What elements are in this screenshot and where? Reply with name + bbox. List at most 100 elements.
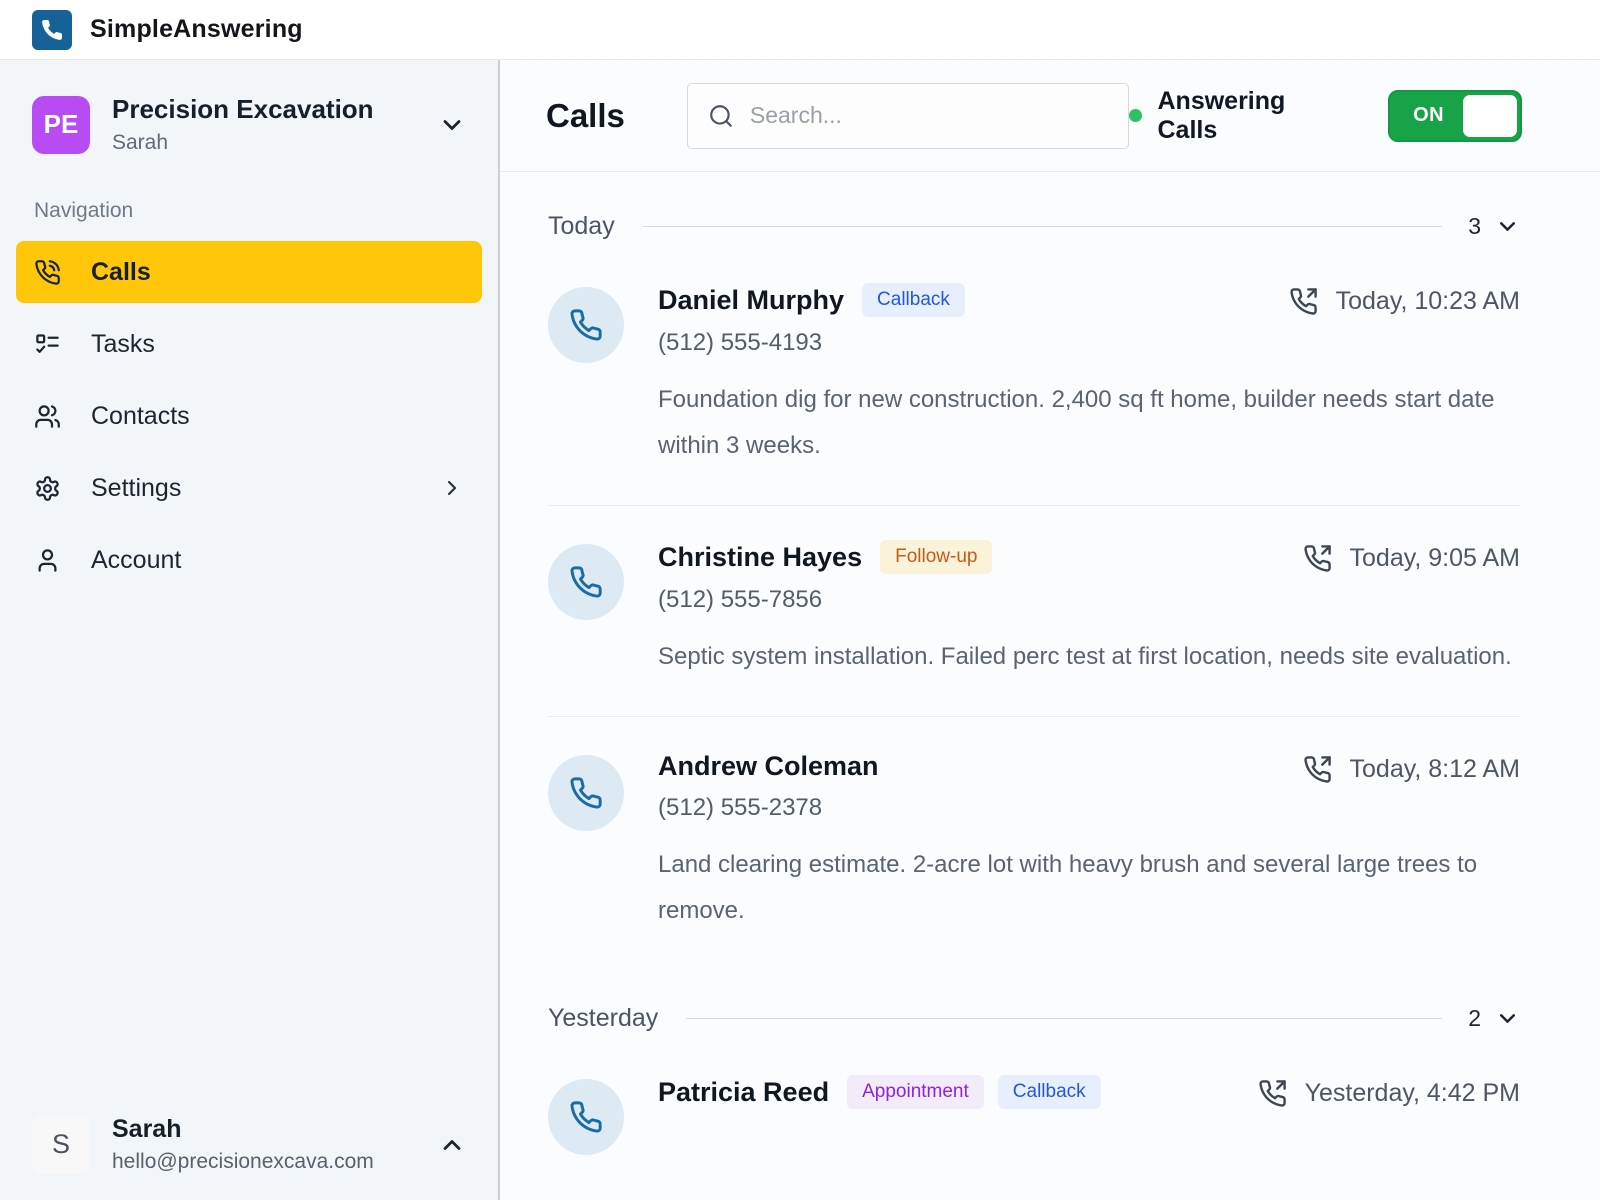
nav-section-label: Navigation bbox=[34, 199, 482, 223]
user-avatar: S bbox=[32, 1116, 90, 1174]
section-label: Yesterday bbox=[548, 1004, 658, 1033]
sidebar-item-contacts[interactable]: Contacts bbox=[16, 385, 482, 447]
badge-list: Appointment Callback bbox=[847, 1075, 1101, 1109]
sidebar-item-settings[interactable]: Settings bbox=[16, 457, 482, 519]
user-menu[interactable]: S Sarah hello@precisionexcava.com bbox=[16, 1115, 482, 1174]
call-avatar-phone-icon bbox=[548, 287, 624, 363]
user-name: Sarah bbox=[112, 1115, 374, 1144]
phone-outgoing-icon bbox=[1303, 755, 1332, 784]
section-rows: Patricia Reed Appointment Callback Yeste… bbox=[548, 1041, 1520, 1191]
tasks-list-icon bbox=[34, 331, 61, 358]
section-rows: Daniel Murphy Callback (512) 555-4193 To… bbox=[548, 249, 1520, 970]
phone-outgoing-icon bbox=[1258, 1079, 1287, 1108]
call-summary: Land clearing estimate. 2-acre lot with … bbox=[658, 842, 1520, 934]
sidebar-item-label: Account bbox=[91, 546, 181, 575]
search-box bbox=[687, 83, 1129, 149]
call-meta: Today, 9:05 AM bbox=[1303, 544, 1520, 573]
org-switcher[interactable]: PE Precision Excavation Sarah bbox=[16, 94, 482, 155]
sidebar-item-account[interactable]: Account bbox=[16, 529, 482, 591]
toggle-on-label: ON bbox=[1390, 104, 1468, 127]
section-count: 3 bbox=[1468, 213, 1481, 240]
gear-icon bbox=[34, 475, 61, 502]
toggle-knob bbox=[1463, 95, 1517, 137]
call-meta: Today, 8:12 AM bbox=[1303, 755, 1520, 784]
sidebar-item-label: Settings bbox=[91, 474, 181, 503]
search-input[interactable] bbox=[750, 102, 1108, 129]
caller-phone: (512) 555-4193 bbox=[658, 329, 965, 357]
call-time: Yesterday, 4:42 PM bbox=[1305, 1079, 1520, 1108]
page-title: Calls bbox=[546, 97, 625, 135]
section-label: Today bbox=[548, 212, 615, 241]
caller-name: Andrew Coleman bbox=[658, 751, 879, 782]
section-header: Today 3 bbox=[548, 212, 1520, 241]
caller-phone: (512) 555-7856 bbox=[658, 586, 992, 614]
org-name: Precision Excavation bbox=[112, 94, 374, 125]
user-info: Sarah hello@precisionexcava.com bbox=[112, 1115, 374, 1174]
main-header: Calls Answering Calls ON bbox=[500, 60, 1600, 172]
call-row-body: Patricia Reed Appointment Callback Yeste… bbox=[658, 1075, 1520, 1155]
call-avatar-phone-icon bbox=[548, 1079, 624, 1155]
call-meta: Today, 10:23 AM bbox=[1289, 287, 1520, 316]
users-icon bbox=[34, 403, 61, 430]
chevron-right-icon bbox=[440, 476, 464, 500]
section-divider bbox=[686, 1018, 1442, 1019]
call-row-body: Andrew Coleman (512) 555-2378 Today, 8:1… bbox=[658, 751, 1520, 934]
phone-outgoing-icon bbox=[1289, 287, 1318, 316]
org-info: Precision Excavation Sarah bbox=[112, 94, 374, 155]
topbar: SimpleAnswering bbox=[0, 0, 1600, 60]
call-avatar-phone-icon bbox=[548, 755, 624, 831]
user-email: hello@precisionexcava.com bbox=[112, 1150, 374, 1174]
status-badge: Callback bbox=[998, 1075, 1101, 1109]
status-badge: Callback bbox=[862, 283, 965, 317]
section-header: Yesterday 2 bbox=[548, 1004, 1520, 1033]
org-avatar: PE bbox=[32, 96, 90, 154]
call-row-body: Daniel Murphy Callback (512) 555-4193 To… bbox=[658, 283, 1520, 469]
badge-list: Callback bbox=[862, 283, 965, 317]
app-title: SimpleAnswering bbox=[90, 15, 303, 44]
chevron-down-icon[interactable] bbox=[1495, 214, 1520, 239]
search-icon bbox=[708, 103, 734, 129]
call-summary: Septic system installation. Failed perc … bbox=[658, 634, 1520, 680]
call-row[interactable]: Daniel Murphy Callback (512) 555-4193 To… bbox=[548, 249, 1520, 505]
call-avatar-phone-icon bbox=[548, 544, 624, 620]
caller-name: Christine Hayes bbox=[658, 542, 862, 573]
chevron-up-icon bbox=[438, 1131, 466, 1159]
user-icon bbox=[34, 547, 61, 574]
sidebar-item-label: Contacts bbox=[91, 402, 190, 431]
sidebar-nav: Calls Tasks Contacts bbox=[16, 241, 482, 591]
call-row[interactable]: Christine Hayes Follow-up (512) 555-7856… bbox=[548, 505, 1520, 716]
section-count: 2 bbox=[1468, 1005, 1481, 1032]
status-dot bbox=[1129, 109, 1142, 122]
sidebar-item-label: Tasks bbox=[91, 330, 155, 359]
caller-name: Daniel Murphy bbox=[658, 285, 844, 316]
call-section: Today 3 Daniel Murphy Callback (512) bbox=[548, 212, 1520, 970]
answering-status: Answering Calls ON bbox=[1129, 87, 1522, 145]
chevron-down-icon[interactable] bbox=[1495, 1006, 1520, 1031]
call-section: Yesterday 2 Patricia Reed Appointment Ca… bbox=[548, 1004, 1520, 1191]
call-row[interactable]: Patricia Reed Appointment Callback Yeste… bbox=[548, 1041, 1520, 1191]
badge-list: Follow-up bbox=[880, 540, 992, 574]
sidebar-item-calls[interactable]: Calls bbox=[16, 241, 482, 303]
sidebar-item-label: Calls bbox=[91, 258, 151, 287]
sidebar: PE Precision Excavation Sarah Navigation… bbox=[0, 60, 500, 1200]
caller-phone: (512) 555-2378 bbox=[658, 794, 897, 822]
phone-outgoing-icon bbox=[1303, 544, 1332, 573]
call-meta: Yesterday, 4:42 PM bbox=[1258, 1079, 1520, 1108]
calls-list: Today 3 Daniel Murphy Callback (512) bbox=[500, 172, 1600, 1200]
chevron-down-icon bbox=[438, 111, 466, 139]
answering-toggle[interactable]: ON bbox=[1388, 90, 1522, 142]
main-panel: Calls Answering Calls ON Today 3 bbox=[500, 60, 1600, 1200]
call-row-body: Christine Hayes Follow-up (512) 555-7856… bbox=[658, 540, 1520, 680]
app-logo-phone-icon bbox=[32, 10, 72, 50]
caller-name: Patricia Reed bbox=[658, 1077, 829, 1108]
sidebar-item-tasks[interactable]: Tasks bbox=[16, 313, 482, 375]
call-row[interactable]: Andrew Coleman (512) 555-2378 Today, 8:1… bbox=[548, 716, 1520, 970]
status-badge: Appointment bbox=[847, 1075, 984, 1109]
call-summary: Foundation dig for new construction. 2,4… bbox=[658, 377, 1520, 469]
section-divider bbox=[643, 226, 1442, 227]
call-time: Today, 10:23 AM bbox=[1336, 287, 1520, 316]
status-badge: Follow-up bbox=[880, 540, 992, 574]
status-label: Answering Calls bbox=[1158, 87, 1350, 145]
org-subtitle: Sarah bbox=[112, 131, 374, 155]
phone-call-icon bbox=[34, 259, 61, 286]
